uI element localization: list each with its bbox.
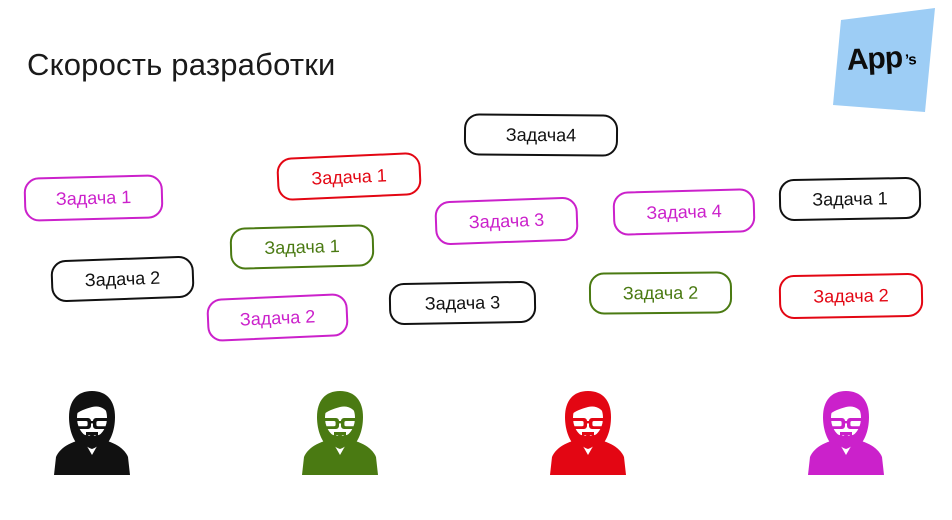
logo-text: App’s bbox=[824, 5, 941, 117]
task-chip[interactable]: Задача 3 bbox=[434, 196, 579, 246]
apps-logo: App’s bbox=[827, 8, 939, 114]
logo-superscript: ’s bbox=[904, 50, 917, 69]
page-title: Скорость разработки bbox=[27, 47, 336, 82]
developer-black bbox=[44, 389, 140, 475]
task-chip[interactable]: Задача 2 bbox=[778, 272, 924, 320]
developer-red bbox=[540, 389, 636, 475]
task-chip[interactable]: Задача 2 bbox=[588, 271, 733, 315]
task-chip[interactable]: Задача4 bbox=[463, 113, 619, 157]
task-chip[interactable]: Задача 2 bbox=[50, 255, 195, 303]
developer-green bbox=[292, 389, 388, 475]
logo-word: App bbox=[845, 41, 903, 77]
task-chip[interactable]: Задача 1 bbox=[23, 174, 164, 222]
task-chip[interactable]: Задача 3 bbox=[388, 280, 537, 326]
task-chip[interactable]: Задача 4 bbox=[612, 188, 756, 236]
task-chip[interactable]: Задача 1 bbox=[778, 176, 922, 222]
task-chip[interactable]: Задача 2 bbox=[206, 292, 349, 343]
task-chip[interactable]: Задача 1 bbox=[229, 224, 375, 270]
task-chip[interactable]: Задача 1 bbox=[276, 151, 422, 202]
developer-magenta bbox=[798, 389, 894, 475]
slide-canvas: Скорость разработки App’s Задача 1 Задача… bbox=[0, 0, 952, 520]
